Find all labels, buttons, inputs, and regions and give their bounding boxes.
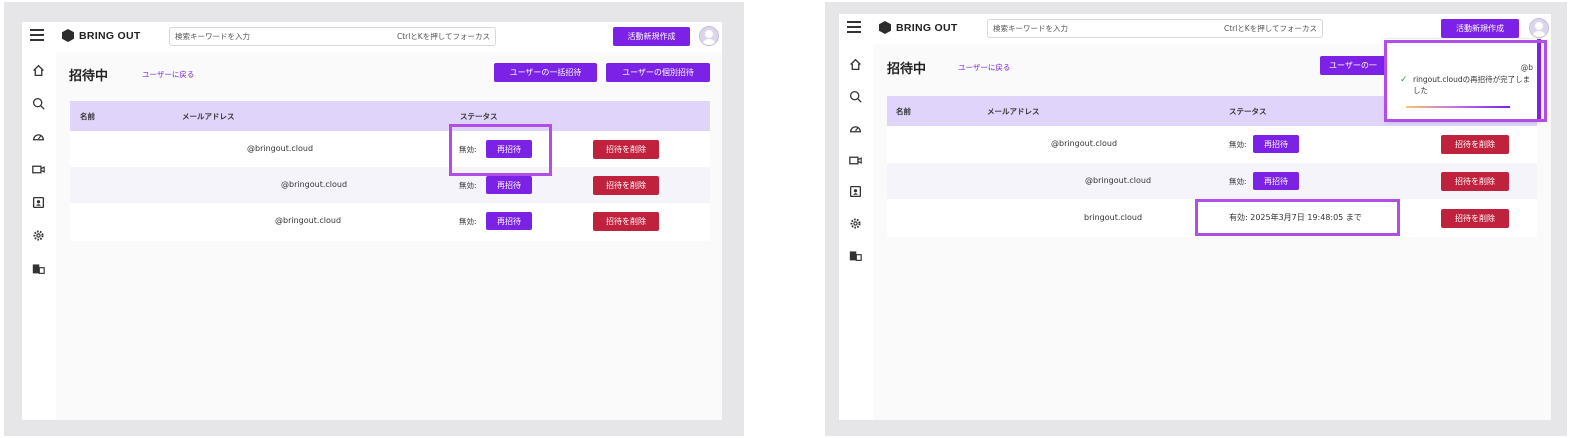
- reinvite-button[interactable]: 再招待: [486, 176, 532, 194]
- highlight-box: [449, 124, 552, 176]
- row-status: 無効:: [459, 181, 477, 190]
- table-row: @bringout.cloud 無効: 再招待 招待を削除: [70, 167, 710, 203]
- highlight-box: [1384, 40, 1547, 122]
- row-email: @bringout.cloud: [1051, 139, 1118, 148]
- delete-invite-button[interactable]: 招待を削除: [1441, 172, 1509, 191]
- back-to-users-link[interactable]: ユーザーに戻る: [142, 69, 194, 80]
- dashboard-icon[interactable]: [31, 130, 45, 144]
- invitations-table: 名前 メールアドレス ステータス @bringout.cloud 無効: 再招待…: [70, 101, 710, 241]
- id-card-icon[interactable]: [31, 196, 45, 210]
- settings-icon[interactable]: [848, 217, 862, 231]
- building-icon[interactable]: [848, 249, 862, 263]
- search-input[interactable]: 検索キーワードを入力 CtrlとKを押してフォーカス: [169, 27, 496, 46]
- table-row: @bringout.cloud 無効: 再招待 招待を削除: [887, 163, 1537, 199]
- row-status: 無効:: [459, 217, 477, 226]
- brand-logo[interactable]: BRING OUT: [62, 29, 141, 42]
- right-screenshot-frame: BRING OUT 検索キーワードを入力 CtrlとKを押してフォーカス 活動新…: [825, 2, 1567, 436]
- bulk-invite-button[interactable]: ユーザーの一: [1320, 56, 1386, 75]
- table-header: 名前 メールアドレス ステータス: [70, 101, 710, 131]
- menu-icon[interactable]: [847, 21, 861, 33]
- home-icon[interactable]: [848, 58, 862, 72]
- highlight-box: [1195, 199, 1400, 236]
- delete-invite-button[interactable]: 招待を削除: [593, 176, 659, 195]
- top-bar: BRING OUT 検索キーワードを入力 CtrlとKを押してフォーカス 活動新…: [22, 22, 722, 52]
- building-icon[interactable]: [31, 262, 45, 276]
- back-to-users-link[interactable]: ユーザーに戻る: [958, 62, 1010, 73]
- row-status: 無効:: [1229, 177, 1247, 186]
- page-title: 招待中: [69, 69, 109, 84]
- reinvite-button[interactable]: 再招待: [1253, 172, 1299, 190]
- header-status: ステータス: [460, 112, 498, 121]
- avatar[interactable]: [1529, 18, 1549, 38]
- row-email: @bringout.cloud: [275, 216, 342, 225]
- search-shortcut-hint: CtrlとKを押してフォーカス: [396, 32, 490, 41]
- row-email: @bringout.cloud: [281, 180, 348, 189]
- header-email: メールアドレス: [987, 107, 1040, 116]
- video-icon[interactable]: [848, 154, 862, 168]
- header-email: メールアドレス: [182, 112, 235, 121]
- reinvite-button[interactable]: 再招待: [486, 212, 532, 230]
- table-row: @bringout.cloud 無効: 再招待 招待を削除: [887, 126, 1537, 162]
- logo-cube-icon: [879, 21, 891, 34]
- search-placeholder: 検索キーワードを入力: [993, 24, 1068, 33]
- delete-invite-button[interactable]: 招待を削除: [593, 140, 659, 159]
- delete-invite-button[interactable]: 招待を削除: [1441, 209, 1509, 228]
- id-card-icon[interactable]: [848, 185, 862, 199]
- delete-invite-button[interactable]: 招待を削除: [1441, 135, 1509, 154]
- sidebar: [22, 52, 56, 420]
- individual-invite-button[interactable]: ユーザーの個別招待: [606, 63, 710, 82]
- search-icon[interactable]: [848, 90, 862, 104]
- row-status: 無効:: [1229, 140, 1247, 149]
- left-screenshot-frame: BRING OUT 検索キーワードを入力 CtrlとKを押してフォーカス 活動新…: [4, 2, 744, 436]
- reinvite-button[interactable]: 再招待: [1253, 135, 1299, 153]
- header-name: 名前: [80, 112, 95, 121]
- search-placeholder: 検索キーワードを入力: [175, 32, 250, 41]
- app-window-right: BRING OUT 検索キーワードを入力 CtrlとKを押してフォーカス 活動新…: [839, 14, 1551, 420]
- logo-cube-icon: [62, 29, 74, 42]
- create-activity-button[interactable]: 活動新規作成: [1441, 19, 1519, 38]
- bulk-invite-button[interactable]: ユーザーの一括招待: [494, 63, 597, 82]
- dashboard-icon[interactable]: [848, 122, 862, 136]
- search-icon[interactable]: [31, 97, 45, 111]
- app-window-left: BRING OUT 検索キーワードを入力 CtrlとKを押してフォーカス 活動新…: [22, 22, 722, 420]
- create-activity-button[interactable]: 活動新規作成: [613, 27, 690, 46]
- search-input[interactable]: 検索キーワードを入力 CtrlとKを押してフォーカス: [987, 19, 1323, 38]
- header-name: 名前: [896, 107, 911, 116]
- delete-invite-button[interactable]: 招待を削除: [593, 212, 659, 231]
- row-email: @bringout.cloud: [1085, 176, 1152, 185]
- home-icon[interactable]: [31, 64, 45, 78]
- header-status: ステータス: [1229, 107, 1267, 116]
- table-row: @bringout.cloud 無効: 再招待 招待を削除: [70, 131, 710, 167]
- search-shortcut-hint: CtrlとKを押してフォーカス: [1223, 24, 1317, 33]
- table-row: @bringout.cloud 無効: 再招待 招待を削除: [70, 203, 710, 239]
- row-email: bringout.cloud: [1084, 213, 1143, 222]
- brand-name: BRING OUT: [79, 29, 141, 42]
- brand-name: BRING OUT: [896, 21, 958, 34]
- avatar[interactable]: [699, 26, 719, 46]
- settings-icon[interactable]: [31, 229, 45, 243]
- brand-logo[interactable]: BRING OUT: [879, 21, 958, 34]
- row-email: @bringout.cloud: [247, 144, 314, 153]
- page-title: 招待中: [887, 62, 927, 77]
- menu-icon[interactable]: [30, 29, 44, 41]
- sidebar: [839, 44, 873, 420]
- video-icon[interactable]: [31, 163, 45, 177]
